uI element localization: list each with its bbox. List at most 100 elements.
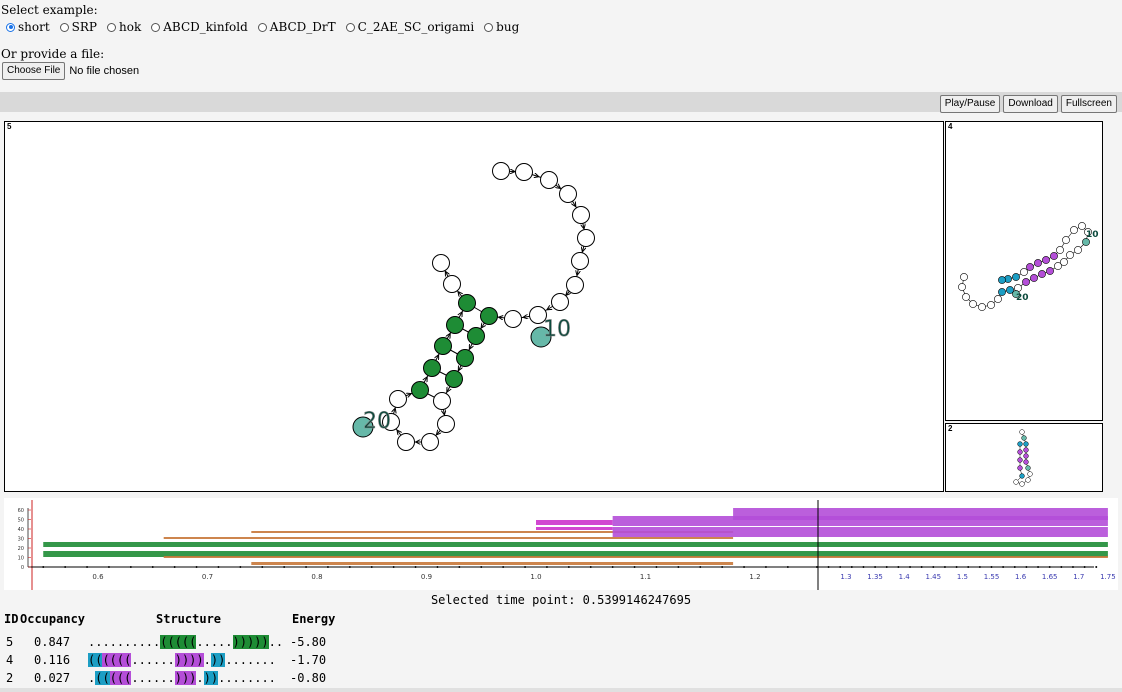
- nucleotide-node: [1074, 246, 1082, 254]
- choose-file-button[interactable]: Choose File: [2, 62, 66, 80]
- nucleotide-label-10: 10: [1086, 230, 1099, 240]
- sample-dot: [305, 566, 308, 568]
- sample-dot: [392, 566, 395, 568]
- occupancy-band: [251, 562, 734, 565]
- occupancy-timeline[interactable]: 60 50 40 30 20 10 0 0.6 0.7 0.8 0.9 1.0 1.1 1.2 1.3 1.3…: [4, 498, 1118, 590]
- nucleotide-node: [1017, 441, 1023, 447]
- sample-dot: [827, 566, 830, 568]
- radio-icon[interactable]: [151, 22, 161, 32]
- sample-dot: [414, 566, 417, 568]
- sample-dot: [1048, 566, 1051, 568]
- x-tick-label: 1.1: [640, 573, 651, 581]
- sample-dot: [743, 566, 746, 568]
- y-tick-label: 20: [18, 546, 24, 552]
- nucleotide-node: [1025, 477, 1031, 483]
- nucleotide-node: [1023, 459, 1029, 465]
- radio-icon[interactable]: [59, 22, 69, 32]
- structure-panel-2[interactable]: 2: [945, 423, 1103, 492]
- nucleotide-node: [1066, 251, 1074, 259]
- download-button[interactable]: Download: [1003, 95, 1058, 113]
- sample-dot: [677, 566, 680, 568]
- nucleotide-node: [559, 185, 577, 203]
- row-occupancy: 0.847: [34, 635, 71, 649]
- sample-dot: [815, 566, 818, 568]
- nucleotide-node: [1019, 473, 1025, 479]
- nucleotide-node: [1070, 226, 1078, 234]
- timeline-chart[interactable]: 60 50 40 30 20 10 0 0.6 0.7 0.8 0.9 1.0 1.1 1.2 1.3 1.3…: [4, 498, 1118, 590]
- nucleotide-node: [1023, 453, 1029, 459]
- radio-label: C_2AE_SC_origami: [357, 20, 475, 34]
- nucleotide-node: [423, 359, 441, 377]
- nucleotide-node: [432, 254, 450, 272]
- sample-dot: [655, 566, 658, 568]
- x-tick-label: 1.35: [867, 573, 883, 581]
- sample-dot: [955, 566, 958, 568]
- example-radio-c_2ae_sc_origami[interactable]: C_2AE_SC_origami: [345, 20, 475, 34]
- x-tick-label: 1.3: [840, 573, 851, 581]
- row-id: 2: [6, 671, 14, 685]
- nucleotide-node: [1038, 270, 1046, 278]
- nucleotide-node: [1019, 481, 1025, 487]
- row-energy: -5.80: [290, 635, 327, 649]
- x-tick-label: 1.6: [1015, 573, 1027, 581]
- play-pause-button[interactable]: Play/Pause: [939, 95, 1001, 113]
- header-occupancy: Occupancy: [20, 612, 86, 626]
- radio-label: ABCD_DrT: [269, 20, 336, 34]
- nucleotide-node: [1020, 268, 1028, 276]
- sample-dot: [129, 566, 132, 568]
- structure-segment: ))): [174, 671, 197, 685]
- nucleotide-node: [969, 300, 977, 308]
- example-radio-bug[interactable]: bug: [484, 20, 519, 34]
- example-radio-short[interactable]: short: [6, 20, 50, 34]
- radio-label: ABCD_kinfold: [163, 20, 248, 34]
- row-structure: ((((((......)))).)).......: [88, 653, 276, 667]
- nucleotide-node: [411, 381, 429, 399]
- sample-dot: [151, 566, 154, 568]
- radio-icon[interactable]: [484, 22, 494, 32]
- nucleotide-node: [577, 229, 595, 247]
- radio-icon[interactable]: [257, 22, 267, 32]
- row-structure: .(((((......))).))........: [88, 671, 276, 685]
- sample-dot: [261, 566, 264, 568]
- example-radio-abcd_drt[interactable]: ABCD_DrT: [257, 20, 336, 34]
- y-tick-label: 40: [18, 527, 24, 533]
- radio-label: SRP: [71, 20, 98, 34]
- nucleotide-node: [958, 283, 966, 291]
- nucleotide-label-10: 10: [543, 317, 571, 342]
- row-occupancy: 0.116: [34, 653, 71, 667]
- sample-dot: [1013, 566, 1016, 568]
- radio-icon[interactable]: [107, 22, 117, 32]
- nucleotide-label-20: 20: [1016, 293, 1029, 303]
- nucleotide-node: [458, 294, 476, 312]
- structure-graph-2: [1013, 429, 1033, 487]
- structure-segment: .....: [196, 635, 233, 649]
- structure-panel-4[interactable]: 4 10 20: [945, 121, 1103, 421]
- nucleotide-node: [1027, 471, 1033, 477]
- x-tick-label: 1.0: [530, 573, 541, 581]
- sample-dot: [920, 566, 923, 568]
- nucleotide-node: [566, 276, 584, 294]
- sample-dot: [524, 566, 527, 568]
- example-radio-hok[interactable]: hok: [107, 20, 141, 34]
- nucleotide-node: [551, 293, 569, 311]
- example-radio-group: short SRP hok ABCD_kinfold ABCD_DrT C_2AE_SC_…: [6, 20, 529, 34]
- sample-dot: [107, 566, 110, 568]
- fullscreen-button[interactable]: Fullscreen: [1060, 95, 1117, 113]
- radio-icon[interactable]: [345, 22, 355, 32]
- sample-dot: [943, 566, 946, 568]
- x-tick-label: 0.9: [421, 573, 432, 581]
- structure-segment: ......: [131, 671, 175, 685]
- example-radio-srp[interactable]: SRP: [59, 20, 98, 34]
- main-structure-panel[interactable]: 5 10 20: [4, 121, 944, 492]
- nucleotide-node: [1023, 441, 1029, 447]
- sample-dot: [217, 566, 220, 568]
- example-radio-abcd_kinfold[interactable]: ABCD_kinfold: [151, 20, 248, 34]
- file-row: Choose File No file chosen: [2, 62, 139, 80]
- structure-segment: )))): [174, 653, 204, 667]
- sample-dot: [611, 566, 614, 568]
- radio-icon[interactable]: [6, 22, 15, 32]
- x-tick-label: 1.4: [899, 573, 911, 581]
- row-id: 5: [6, 635, 14, 649]
- row-energy: -0.80: [290, 671, 327, 685]
- y-tick-label: 10: [18, 556, 24, 562]
